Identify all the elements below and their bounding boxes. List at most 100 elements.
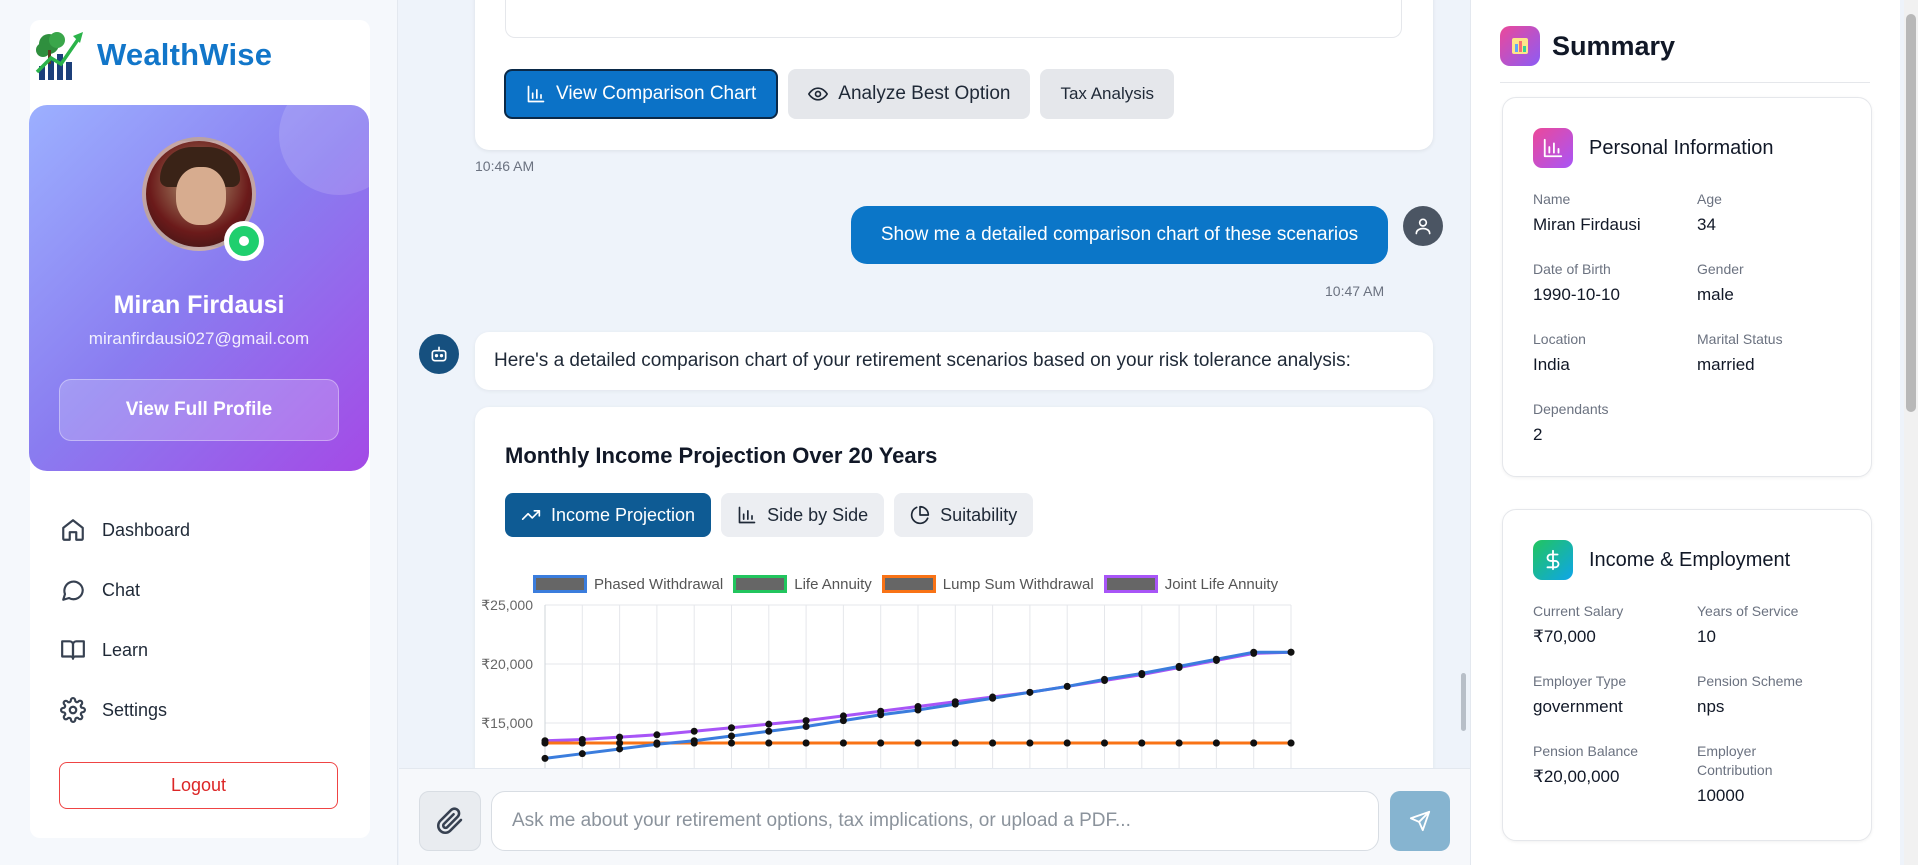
data-point <box>728 724 735 732</box>
field-label: Date of Birth <box>1533 261 1611 277</box>
field-value: male <box>1697 285 1734 304</box>
robot-icon <box>431 346 447 362</box>
user-message: Show me a detailed comparison chart of t… <box>851 206 1388 264</box>
field-label: Employer Type <box>1533 673 1627 689</box>
tax-analysis-button[interactable]: Tax Analysis <box>1040 69 1174 119</box>
sidebar-item-chat[interactable]: Chat <box>60 560 360 620</box>
data-point <box>914 706 922 714</box>
data-point <box>653 740 661 748</box>
online-status-icon <box>224 221 264 261</box>
field-current-salary: Current Salary ₹70,000 <box>1533 602 1683 647</box>
field-date-of-birth: Date of Birth 1990-10-10 <box>1533 260 1683 305</box>
sidebar-item-label: Learn <box>102 639 149 660</box>
data-point <box>1026 688 1034 696</box>
field-marital-status: Marital Status married <box>1697 330 1847 375</box>
sidebar-nav: Dashboard Chat Learn Settings <box>60 500 360 740</box>
send-button[interactable] <box>1390 791 1450 851</box>
data-point <box>914 739 922 747</box>
book-icon <box>61 640 85 660</box>
data-point <box>1175 662 1183 670</box>
decorative-circle <box>279 105 369 195</box>
assistant-message-card: View Comparison Chart Analyze Best Optio… <box>475 0 1433 150</box>
field-value: ₹70,000 <box>1533 627 1596 646</box>
logout-button[interactable]: Logout <box>59 762 338 809</box>
data-point <box>690 737 698 745</box>
paperclip-icon <box>437 807 463 834</box>
data-point <box>1138 669 1146 677</box>
gear-icon <box>60 697 86 723</box>
summary-panel: Summary Personal Information Name Miran … <box>1470 0 1900 865</box>
analyze-best-option-button[interactable]: Analyze Best Option <box>788 69 1031 119</box>
data-point <box>765 739 773 747</box>
data-point <box>839 717 847 725</box>
field-value: ₹20,00,000 <box>1533 767 1620 786</box>
data-point <box>877 739 885 747</box>
brand[interactable]: WealthWise <box>33 28 272 82</box>
field-pension-balance: Pension Balance ₹20,00,000 <box>1533 742 1683 787</box>
sidebar-item-label: Dashboard <box>102 519 191 540</box>
income-projection-chart: ₹25,000 ₹20,000 ₹15,000 <box>481 597 1295 787</box>
send-icon <box>1409 810 1431 832</box>
data-point <box>1287 739 1295 747</box>
field-location: Location India <box>1533 330 1683 375</box>
window-scrollbar-thumb[interactable] <box>1906 14 1916 412</box>
data-point <box>877 711 885 719</box>
field-gender: Gender male <box>1697 260 1847 305</box>
field-label: Location <box>1533 331 1586 347</box>
field-label: Current Salary <box>1533 603 1624 619</box>
summary-divider <box>1500 82 1870 83</box>
income-employment-card: Income & Employment Current Salary ₹70,0… <box>1502 509 1872 841</box>
field-value: Miran Firdausi <box>1533 215 1641 234</box>
button-label: View Comparison Chart <box>556 83 757 104</box>
field-label: Dependants <box>1533 401 1609 417</box>
data-point <box>765 720 773 728</box>
field-value: 2 <box>1533 425 1543 444</box>
message-timestamp: 10:47 AM <box>1325 283 1385 299</box>
data-point <box>728 739 735 747</box>
chart-card: Monthly Income Projection Over 20 Years … <box>475 407 1433 787</box>
field-label: Name <box>1533 191 1571 207</box>
field-value: 10 <box>1697 627 1716 646</box>
sidebar-item-learn[interactable]: Learn <box>60 620 360 680</box>
y-tick-label: ₹20,000 <box>481 656 533 672</box>
home-icon <box>62 519 84 541</box>
data-point <box>1250 648 1258 656</box>
chat-scrollbar-thumb[interactable] <box>1461 673 1466 731</box>
y-tick-label: ₹25,000 <box>481 597 533 613</box>
data-point <box>578 739 586 747</box>
data-point <box>1063 739 1071 747</box>
sidebar-item-dashboard[interactable]: Dashboard <box>60 500 360 560</box>
message-actions: View Comparison Chart Analyze Best Optio… <box>504 69 1174 119</box>
field-value: India <box>1533 355 1570 374</box>
bot-avatar <box>419 334 459 374</box>
data-point <box>690 727 698 735</box>
data-point <box>1212 739 1220 747</box>
field-years-of-service: Years of Service 10 <box>1697 602 1847 647</box>
summary-chart-icon <box>1500 26 1540 66</box>
field-label: Employer Contribution <box>1697 743 1773 778</box>
profile-email: miranfirdausi027@gmail.com <box>88 329 310 348</box>
data-point <box>1212 655 1220 663</box>
sidebar-item-label: Settings <box>102 699 168 720</box>
user-avatar <box>1403 206 1443 246</box>
bar-chart-icon <box>1533 128 1573 168</box>
data-point <box>765 727 773 735</box>
chat-message-input[interactable] <box>491 791 1379 851</box>
view-full-profile-button[interactable]: View Full Profile <box>59 379 339 441</box>
field-label: Years of Service <box>1697 603 1799 619</box>
view-comparison-chart-button[interactable]: View Comparison Chart <box>504 69 779 119</box>
user-icon <box>1415 218 1431 235</box>
field-value: 34 <box>1697 215 1716 234</box>
attach-file-button[interactable] <box>419 791 481 851</box>
field-label: Pension Balance <box>1533 743 1639 759</box>
sidebar-item-settings[interactable]: Settings <box>60 680 360 740</box>
field-value: nps <box>1697 697 1725 716</box>
card-title: Personal Information <box>1589 136 1774 159</box>
field-value: government <box>1533 697 1623 716</box>
data-point <box>839 739 847 747</box>
data-point <box>989 694 997 702</box>
field-employer-type: Employer Type government <box>1533 672 1683 717</box>
field-value: married <box>1697 355 1755 374</box>
profile-card: Miran Firdausi miranfirdausi027@gmail.co… <box>29 105 369 471</box>
chat-bubble-icon <box>62 580 84 601</box>
